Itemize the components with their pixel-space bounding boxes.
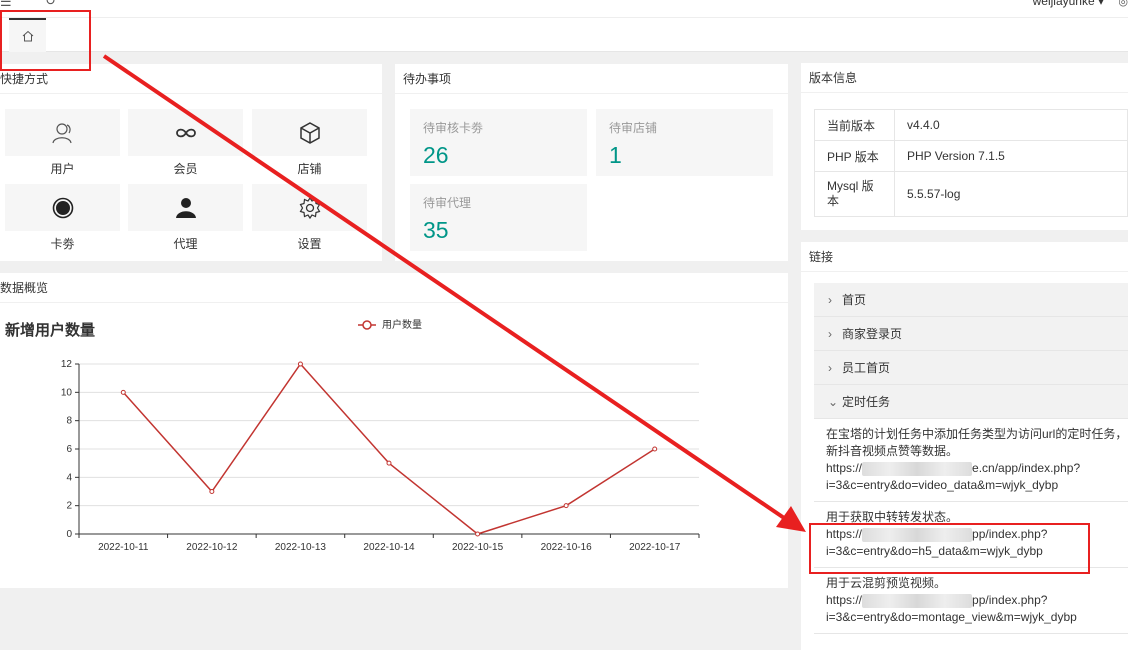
- annotation-arrow: [102, 54, 806, 532]
